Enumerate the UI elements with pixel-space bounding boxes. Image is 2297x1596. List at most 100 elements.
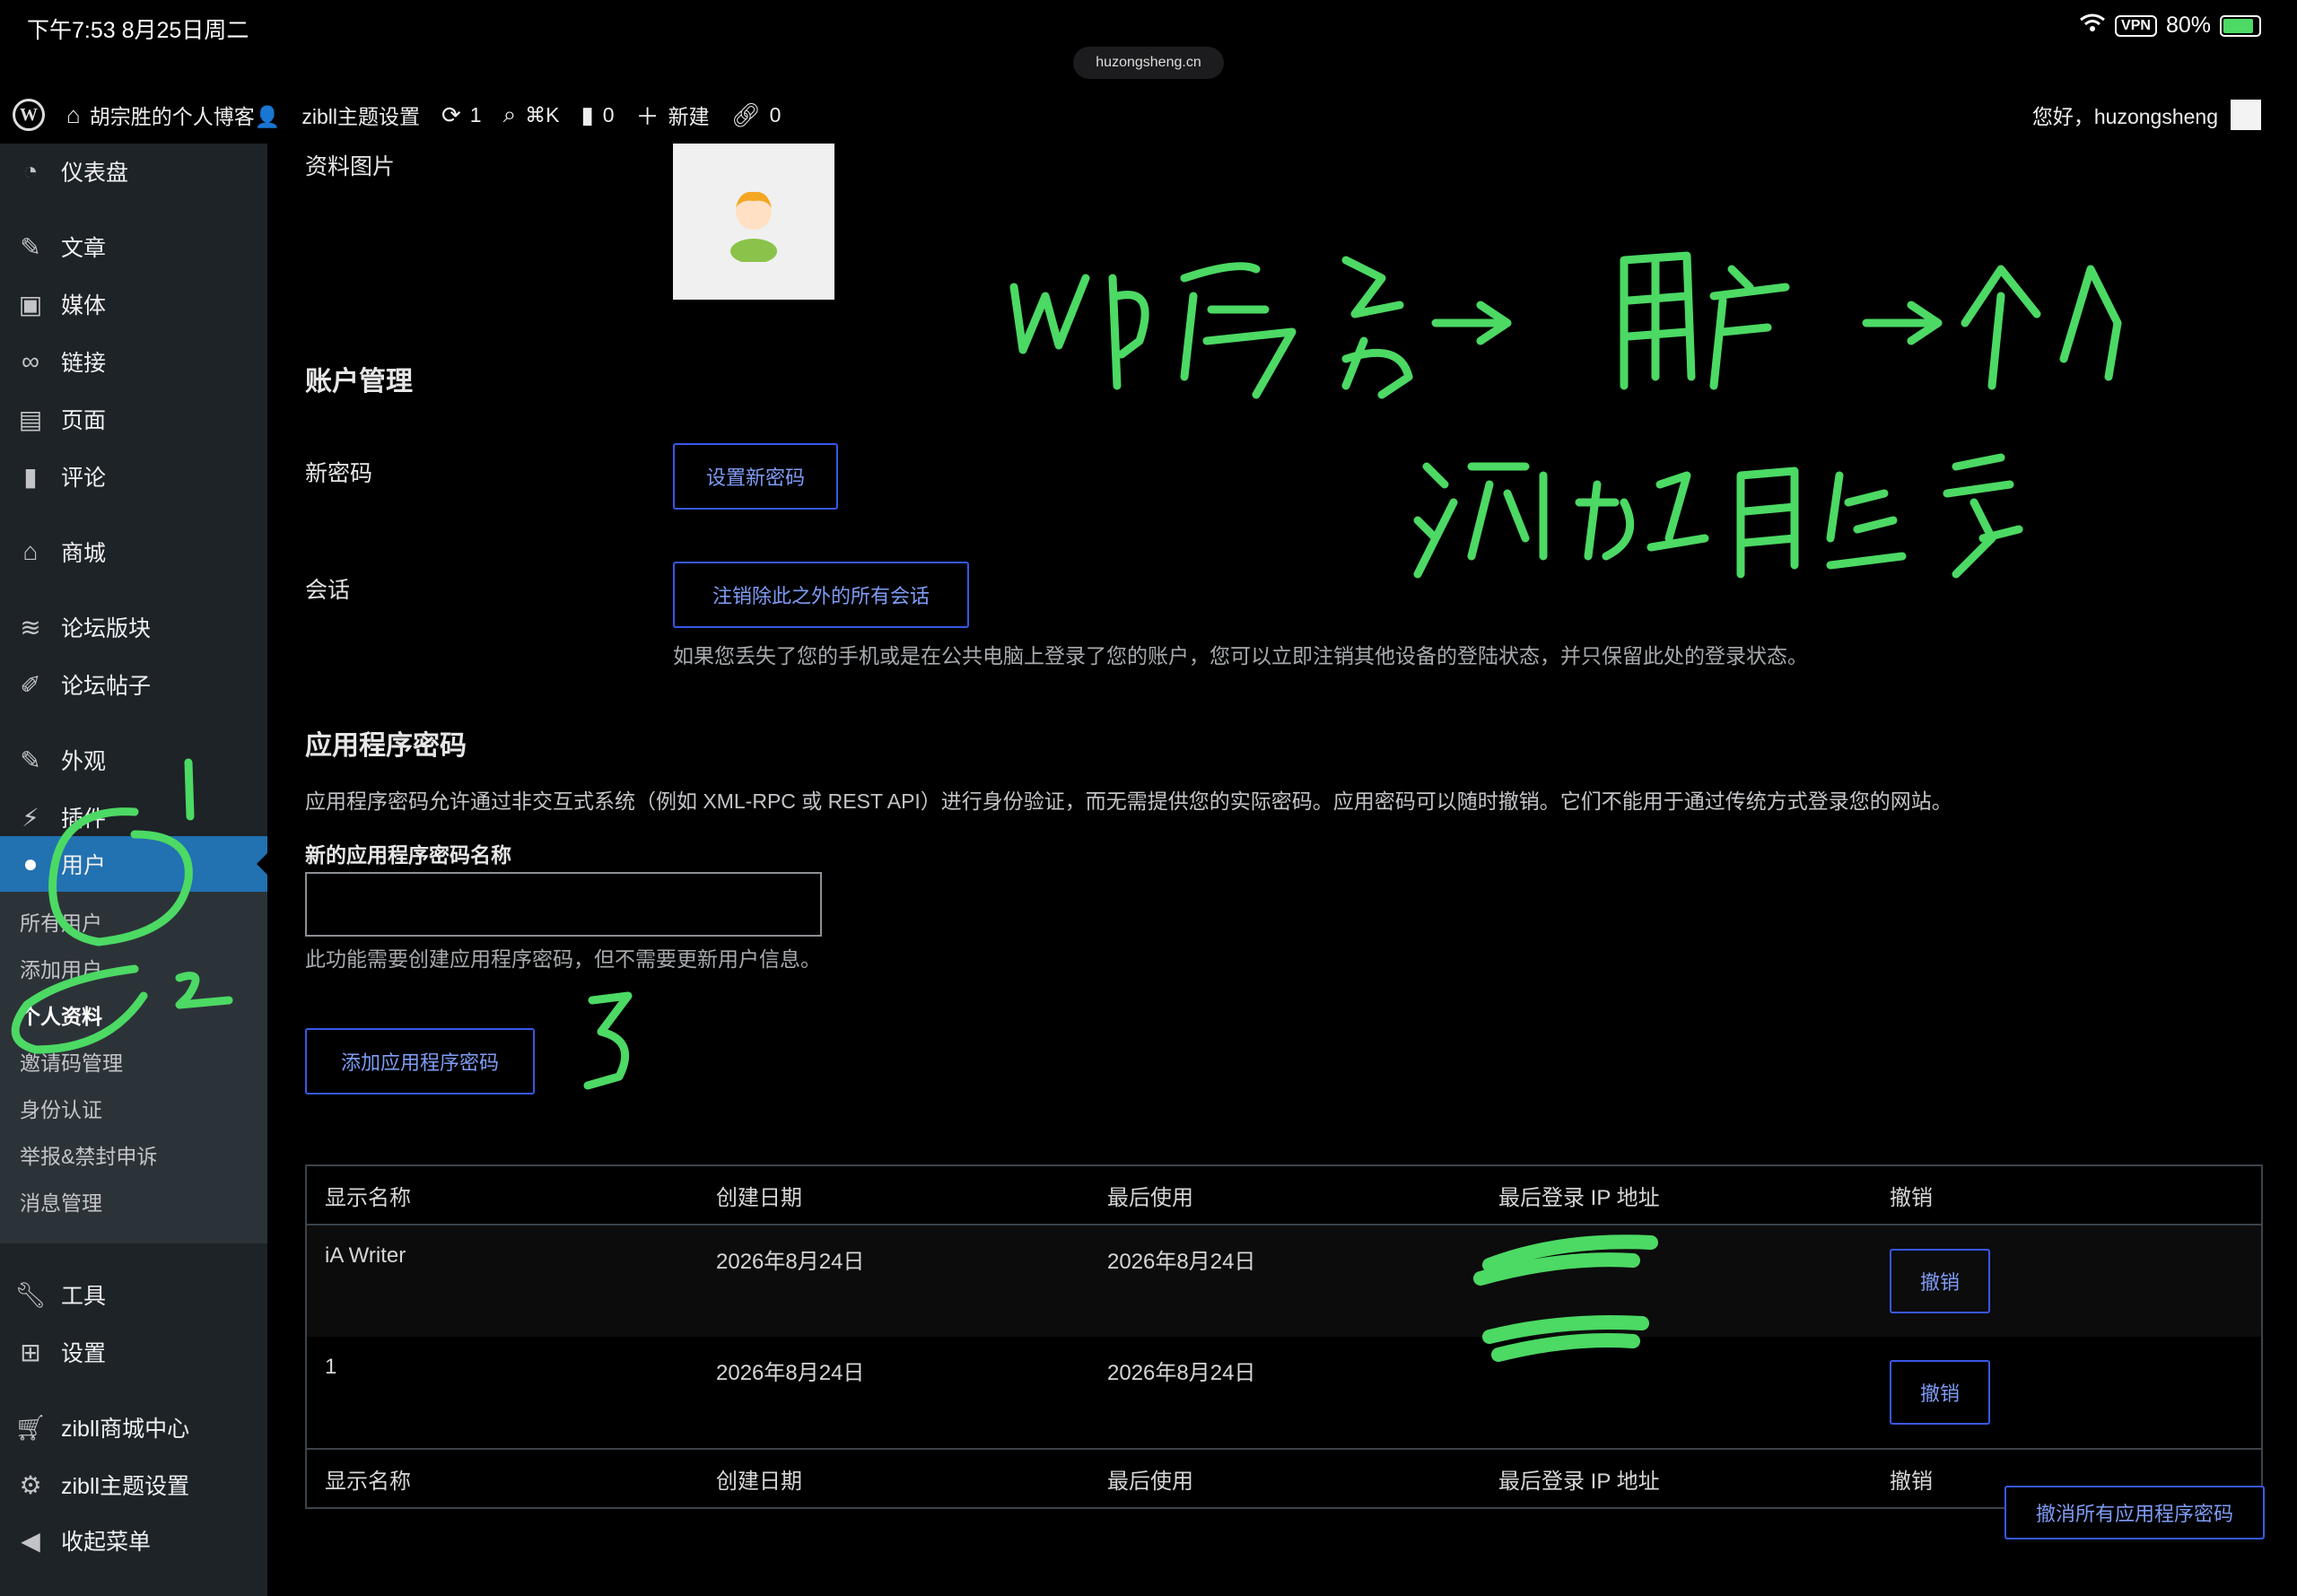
add-app-password-button[interactable]: 添加应用程序密码 [305,1028,535,1095]
menu-posts[interactable]: ✎ 文章 [0,219,267,275]
home-icon: ⌂ [66,100,81,128]
submenu-profile[interactable]: 个人资料 [20,999,102,1030]
menu-label: 媒体 [61,293,107,318]
table-footer-row: 显示名称 创建日期 最后使用 最后登录 IP 地址 撤销 [306,1448,2262,1509]
submenu-add-user[interactable]: 添加用户 [20,953,102,983]
dashboard-icon: ◔ [22,157,39,185]
menu-zibll-store[interactable]: 🛒︎ zibll商城中心 [0,1400,267,1455]
links-link[interactable]: 🔗︎ 0 [731,101,782,129]
menu-label: 外观 [61,749,107,774]
menu-label: 收起菜单 [61,1530,152,1555]
plus-icon: ＋ [635,102,659,130]
submenu-messages[interactable]: 消息管理 [20,1186,102,1217]
menu-label: 插件 [61,807,107,832]
logout-other-sessions-button[interactable]: 注销除此之外的所有会话 [673,562,969,628]
menu-appearance[interactable]: ✎ 外观 [0,732,267,788]
menu-label: zibll主题设置 [61,1474,190,1499]
column-footer: 显示名称 [306,1448,698,1509]
column-header: 创建日期 [698,1164,1089,1225]
users-submenu: 所有用户 添加用户 个人资料 邀请码管理 身份认证 举报&禁封申诉 消息管理 [0,892,267,1243]
revoke-button[interactable]: 撤销 [1890,1360,1990,1425]
app-password-heading: 应用程序密码 [305,731,467,761]
main-content: 资料图片 账户管理 新密码 设置新密码 会话 注销除此之外的所有会话 如果您丢失… [267,144,2297,1596]
app-password-description: 应用程序密码允许通过非交互式系统（例如 XML-RPC 或 REST API）进… [305,789,1952,813]
menu-comments[interactable]: ▮ 评论 [0,449,267,504]
site-name: 胡宗胜的个人博客👤 [89,105,281,128]
column-header: 最后使用 [1089,1164,1480,1225]
avatar [2231,100,2261,130]
theme-settings-label: zibll主题设置 [301,105,420,128]
submenu-invite-codes[interactable]: 邀请码管理 [20,1046,123,1077]
revoke-button[interactable]: 撤销 [1890,1249,1990,1313]
new-content-link[interactable]: ＋ 新建 [636,99,710,132]
admin-sidebar: ◔ 仪表盘 ✎ 文章 ▣ 媒体 ∞ 链接 ▤ 页面 ▮ 评论 ⌂ 商城 ≋ 论坛版块 ✐ 论坛帖子… [0,144,267,1596]
search-link[interactable]: ⌕ ⌘K [503,100,560,129]
new-app-password-help: 此功能需要创建应用程序密码，但不需要更新用户信息。 [305,947,821,971]
set-new-password-button[interactable]: 设置新密码 [673,443,838,510]
menu-settings[interactable]: ⊞ 设置 [0,1324,267,1380]
status-time: 下午7:53 8月25日周二 [27,18,249,43]
column-footer: 最后使用 [1089,1448,1480,1509]
brush-icon: ✎ [20,746,41,774]
account-heading: 账户管理 [305,367,413,397]
plugin-icon: ⚡ [22,803,39,832]
app-passwords-table: 显示名称 创建日期 最后使用 最后登录 IP 地址 撤销 iA Writer 2… [305,1164,2263,1509]
menu-forum-sections[interactable]: ≋ 论坛版块 [0,599,267,655]
profile-avatar [673,144,834,300]
menu-label: 工具 [61,1284,107,1309]
menu-label: 用户 [61,853,107,878]
menu-label: 论坛版块 [61,616,152,641]
sessions-label: 会话 [305,578,351,603]
wordpress-logo-icon[interactable]: W [13,99,45,131]
comment-icon: ▮ [23,462,38,491]
revoke-all-app-passwords-button[interactable]: 撤消所有应用程序密码 [2004,1486,2265,1539]
menu-label: 论坛帖子 [61,674,152,699]
comments-link[interactable]: ▮ 0 [581,101,614,129]
cell-created: 2026年8月24日 [716,1361,865,1385]
new-app-password-label: 新的应用程序密码名称 [305,843,511,867]
page-icon: ▤ [18,405,43,433]
submenu-identity[interactable]: 身份认证 [20,1093,102,1123]
table-header-row: 显示名称 创建日期 最后使用 最后登录 IP 地址 撤销 [306,1164,2262,1225]
menu-label: 商城 [61,541,107,566]
menu-users[interactable]: ● 用户 [0,836,267,892]
search-icon: ⌕ [502,100,517,127]
menu-forum-posts[interactable]: ✐ 论坛帖子 [0,657,267,712]
url-bar[interactable]: huzongsheng.cn [1073,47,1224,79]
submenu-reports[interactable]: 举报&禁封申诉 [20,1139,157,1170]
column-header: 显示名称 [306,1164,698,1225]
status-bar: 下午7:53 8月25日周二 VPN 80% [0,0,2297,50]
menu-dashboard[interactable]: ◔ 仪表盘 [0,144,267,199]
battery-percent: 80% [2165,13,2211,38]
site-name-link[interactable]: ⌂ 胡宗胜的个人博客👤 [66,100,280,130]
comments-count: 0 [602,102,615,126]
menu-pages[interactable]: ▤ 页面 [0,391,267,447]
link-icon: ∞ [22,347,39,375]
submenu-all-users[interactable]: 所有用户 [20,906,102,937]
menu-label: 链接 [61,351,107,376]
links-count: 0 [769,102,782,126]
store-icon: ⌂ [22,537,39,565]
theme-settings-link[interactable]: zibll主题设置 [301,100,420,130]
menu-store[interactable]: ⌂ 商城 [0,524,267,580]
cell-last-used: 2026年8月24日 [1107,1361,1256,1385]
wifi-icon [2079,13,2106,39]
menu-collapse[interactable]: ◀ 收起菜单 [0,1513,267,1568]
cell-ip [1480,1337,1872,1449]
updates-link[interactable]: ⟳ 1 [441,101,482,129]
menu-label: zibll商城中心 [61,1417,190,1442]
table-row: iA Writer 2026年8月24日 2026年8月24日 撤销 [306,1225,2262,1337]
new-app-password-name-input[interactable] [305,872,822,937]
menu-media[interactable]: ▣ 媒体 [0,276,267,332]
menu-zibll-theme[interactable]: ⚙ zibll主题设置 [0,1457,267,1513]
vpn-badge: VPN [2115,14,2157,37]
updates-count: 1 [469,102,482,126]
new-label: 新建 [668,105,710,128]
menu-tools[interactable]: 🔧︎ 工具 [0,1267,267,1322]
my-account-link[interactable]: 您好，huzongsheng [2032,100,2261,130]
new-password-label: 新密码 [305,461,373,486]
column-footer: 创建日期 [698,1448,1089,1509]
cell-last-used: 2026年8月24日 [1089,1225,1480,1337]
menu-label: 页面 [61,408,107,433]
menu-links[interactable]: ∞ 链接 [0,334,267,389]
